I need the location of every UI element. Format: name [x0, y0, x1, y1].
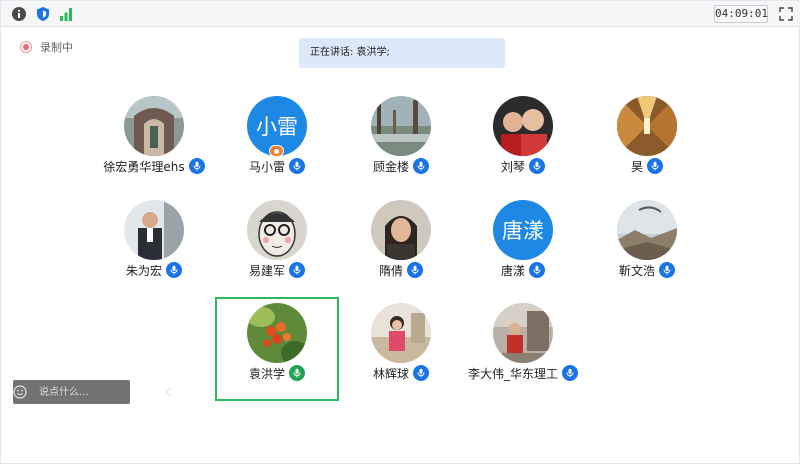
emoji-icon[interactable]	[13, 380, 27, 404]
recording-indicator: 录制中	[20, 39, 73, 55]
security-shield-icon[interactable]	[34, 5, 52, 23]
participant-tile[interactable]: 朱为宏	[92, 194, 216, 298]
avatar	[247, 303, 307, 363]
avatar	[371, 200, 431, 260]
speaking-banner: 正在讲话: 袁洪学;	[299, 38, 505, 68]
recording-label: 录制中	[40, 41, 73, 54]
avatar	[247, 200, 307, 260]
chevron-left-icon[interactable]	[164, 380, 172, 404]
avatar: 唐漾	[493, 200, 553, 260]
participant-tile[interactable]: 林辉球	[339, 297, 463, 401]
avatar	[371, 303, 431, 363]
participant-name: 昊	[630, 159, 643, 174]
participant-name: 袁洪学	[248, 366, 285, 381]
fullscreen-icon[interactable]	[777, 5, 795, 23]
participant-tile[interactable]: 隋倩	[339, 194, 463, 298]
participant-name-row: 袁洪学	[215, 363, 339, 383]
microphone-icon[interactable]	[413, 365, 429, 381]
participant-tile-active-speaker[interactable]: 袁洪学	[215, 297, 339, 401]
participant-name: 靳文浩	[618, 263, 655, 278]
participant-tile[interactable]: 小雷 马小雷	[215, 90, 339, 194]
microphone-icon[interactable]	[659, 262, 675, 278]
microphone-icon[interactable]	[647, 158, 663, 174]
microphone-icon[interactable]	[289, 262, 305, 278]
avatar	[493, 96, 553, 156]
participant-name: 刘琴	[500, 159, 525, 174]
participant-name: 李大伟_华东理工	[467, 366, 558, 381]
info-icon[interactable]	[10, 5, 28, 23]
participant-name-row: 靳文浩	[585, 260, 709, 280]
participant-name: 朱为宏	[125, 263, 162, 278]
microphone-icon[interactable]	[529, 158, 545, 174]
participant-name-row: 易建军	[215, 260, 339, 280]
microphone-icon[interactable]	[166, 262, 182, 278]
participant-tile[interactable]: 徐宏勇华理ehs	[92, 90, 216, 194]
participant-name: 隋倩	[378, 263, 403, 278]
avatar	[617, 200, 677, 260]
microphone-icon[interactable]	[188, 158, 205, 174]
participant-tile[interactable]: 唐漾 唐漾	[461, 194, 585, 298]
participant-name-row: 马小雷	[215, 156, 339, 176]
avatar	[124, 96, 184, 156]
microphone-speaking-icon[interactable]	[289, 365, 305, 381]
participant-name-row: 朱为宏	[92, 260, 216, 280]
participant-name-row: 刘琴	[461, 156, 585, 176]
participant-tile[interactable]: 刘琴	[461, 90, 585, 194]
participant-name-row: 徐宏勇华理ehs	[92, 156, 216, 176]
participant-name-row: 顾金楼	[339, 156, 463, 176]
participant-name: 唐漾	[500, 263, 525, 278]
avatar	[493, 303, 553, 363]
record-icon	[20, 41, 32, 53]
participant-tile[interactable]: 靳文浩	[585, 194, 709, 298]
microphone-icon[interactable]	[289, 158, 305, 174]
participant-tile[interactable]: 易建军	[215, 194, 339, 298]
meeting-timer: 04:09:01	[714, 5, 768, 23]
network-signal-icon[interactable]	[57, 5, 75, 23]
participant-name-row: 昊	[585, 156, 709, 176]
avatar	[124, 200, 184, 260]
meeting-window: 04:09:01 录制中 正在讲话: 袁洪学; 徐宏勇华理ehs 小雷 马小雷	[0, 0, 800, 464]
participant-name-row: 唐漾	[461, 260, 585, 280]
participant-tile[interactable]: 昊	[585, 90, 709, 194]
participant-name: 马小雷	[248, 159, 285, 174]
microphone-icon[interactable]	[529, 262, 545, 278]
participant-name-row: 林辉球	[339, 363, 463, 383]
chat-input-bar	[13, 380, 171, 404]
microphone-icon[interactable]	[413, 158, 429, 174]
participant-name-row: 隋倩	[339, 260, 463, 280]
microphone-icon[interactable]	[407, 262, 423, 278]
participant-name: 徐宏勇华理ehs	[103, 159, 185, 174]
participant-name: 林辉球	[372, 366, 409, 381]
avatar	[371, 96, 431, 156]
participant-tile[interactable]: 李大伟_华东理工	[461, 297, 585, 401]
participant-name: 易建军	[248, 263, 285, 278]
top-toolbar: 04:09:01	[1, 1, 800, 27]
participant-tile[interactable]: 顾金楼	[339, 90, 463, 194]
participant-name-row: 李大伟_华东理工	[461, 363, 585, 383]
avatar	[617, 96, 677, 156]
microphone-icon[interactable]	[562, 365, 578, 381]
chat-input[interactable]	[27, 380, 164, 404]
participant-name: 顾金楼	[372, 159, 409, 174]
